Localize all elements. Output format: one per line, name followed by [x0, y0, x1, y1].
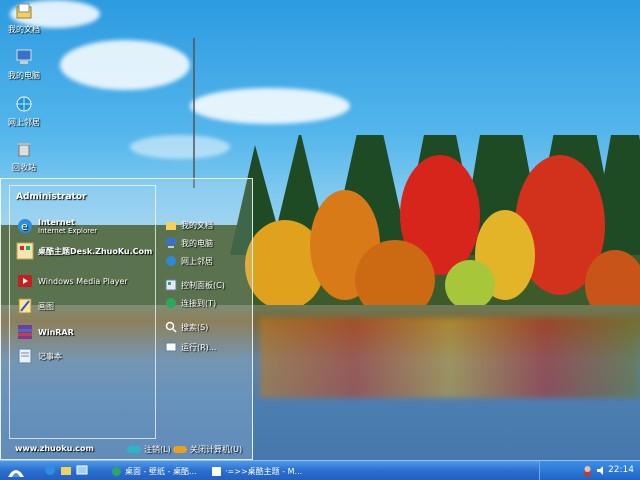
user-name: Administrator [16, 192, 87, 202]
folder-icon [166, 222, 176, 230]
computer-icon [166, 238, 176, 248]
control-panel-icon [165, 279, 177, 291]
svg-text:e: e [21, 220, 28, 233]
start-button[interactable] [6, 463, 26, 479]
start-place-my-documents[interactable]: 我的文档 [165, 217, 213, 233]
network-icon [16, 96, 32, 112]
task-button-desktop[interactable]: 桌面 - 壁纸 - 桌酷... [108, 463, 206, 479]
start-place-connect-to[interactable]: 连接到(T) [165, 295, 216, 311]
network-icon [166, 256, 176, 266]
task-button-theme[interactable]: ·=>>桌酷主题 - M... [208, 463, 308, 479]
notepad-icon [18, 348, 32, 364]
computer-icon [16, 49, 32, 64]
shutdown-icon [173, 446, 187, 453]
desktop-icon-my-computer[interactable]: 我的电脑 [4, 48, 44, 81]
winrar-icon [18, 325, 32, 339]
user-tray-icon[interactable] [582, 465, 593, 476]
logoff-icon [127, 446, 141, 453]
browser-icon [112, 466, 121, 476]
start-item-media-player[interactable]: Windows Media Player [16, 271, 128, 291]
desktop: 我的文档 我的电脑 网上邻居 回收站 Administrator e Inter… [0, 0, 640, 480]
paint-icon [18, 298, 32, 314]
clock: 22:14 [608, 465, 634, 475]
taskbar: 桌面 - 壁纸 - 桌酷... ·=>>桌酷主题 - M... 22:14 [0, 460, 640, 480]
logoff-button[interactable]: 注销(L) [127, 444, 171, 455]
start-place-network[interactable]: 网上邻居 [165, 253, 213, 269]
documents-folder-icon [16, 3, 32, 19]
lake-reflection [260, 318, 640, 398]
start-item-internet[interactable]: e Internet Internet Explorer [16, 216, 97, 236]
media-player-icon [18, 275, 32, 287]
start-menu-left-column: Administrator e Internet Internet Explore… [9, 185, 156, 439]
start-menu: Administrator e Internet Internet Explore… [0, 178, 253, 460]
quicklaunch-folder-icon[interactable] [60, 464, 72, 476]
start-item-paint[interactable]: 画图 [16, 296, 54, 316]
document-icon [212, 466, 221, 476]
start-place-search[interactable]: 搜索(S) [165, 319, 208, 335]
volume-icon[interactable] [596, 465, 607, 476]
globe-icon [166, 298, 176, 308]
search-icon [165, 321, 177, 333]
internet-explorer-icon: e [18, 219, 32, 233]
footer-url: www.zhuoku.com [15, 444, 94, 453]
cloud [190, 88, 350, 124]
start-item-zhuoku-theme[interactable]: 桌酷主题Desk.ZhuoKu.Com [16, 241, 152, 261]
start-place-my-computer[interactable]: 我的电脑 [165, 235, 213, 251]
desktop-icon-network[interactable]: 网上邻居 [4, 95, 44, 128]
desktop-icon-recycle-bin[interactable]: 回收站 [4, 140, 44, 173]
system-tray: 22:14 [539, 461, 640, 480]
start-place-control-panel[interactable]: 控制面板(C) [165, 277, 225, 293]
quicklaunch-ie-icon[interactable] [44, 464, 56, 476]
start-item-winrar[interactable]: WinRAR [16, 322, 74, 342]
run-icon [165, 342, 177, 352]
theme-icon [16, 242, 34, 260]
start-item-notepad[interactable]: 记事本 [16, 346, 62, 366]
quicklaunch-desktop-icon[interactable] [76, 464, 88, 476]
shutdown-button[interactable]: 关闭计算机(U) [173, 444, 242, 455]
desktop-icon-my-documents[interactable]: 我的文档 [4, 2, 44, 35]
cloud [60, 40, 190, 90]
recycle-bin-icon [18, 143, 30, 157]
start-place-run[interactable]: 运行(R)... [165, 339, 216, 355]
